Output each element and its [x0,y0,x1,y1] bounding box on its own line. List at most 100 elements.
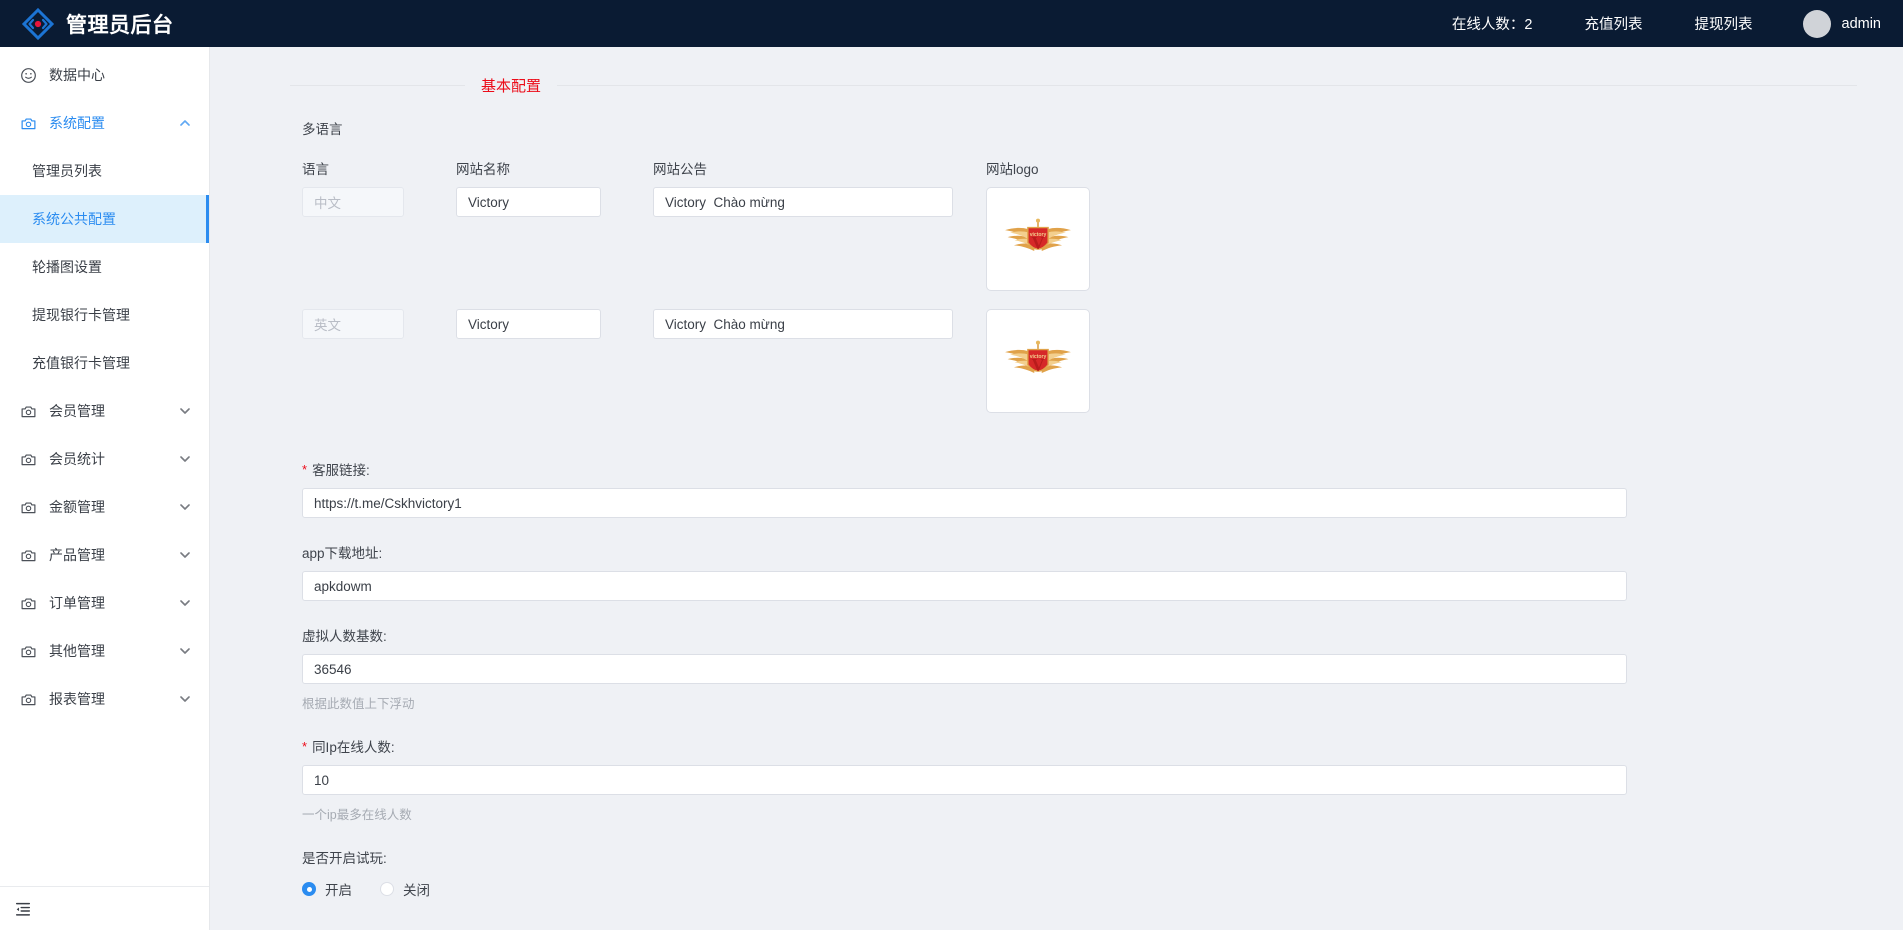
trial-radio-on[interactable]: 开启 [302,879,352,899]
field-label: 虚拟人数基数: [302,625,1857,645]
trial-radio-group: 开启 关闭 [302,879,1857,899]
field-label-text: 虚拟人数基数: [302,625,387,645]
site-logo-upload-zh[interactable]: victory V [986,187,1090,291]
sidebar-item-label: 其他管理 [49,641,179,661]
sidebar-item-order-management[interactable]: 订单管理 [0,579,209,627]
sidebar-footer [0,886,209,930]
field-label-text: 是否开启试玩: [302,847,387,867]
field-label: * 客服链接: [302,459,1857,479]
camera-badge-icon [20,643,37,660]
camera-badge-icon [20,595,37,612]
username-label: admin [1842,16,1882,32]
top-header: 管理员后台 在线人数：2 充值列表 提现列表 admin [0,0,1903,47]
sidebar-item-recharge-bankcard[interactable]: 充值银行卡管理 [0,339,209,387]
field-app-download-url: app下载地址: [302,542,1857,601]
same-ip-online-count-input[interactable] [302,765,1627,795]
sidebar-item-label: 金额管理 [49,497,179,517]
winged-v-logo-icon: victory V [1000,338,1076,384]
field-virtual-user-base: 虚拟人数基数: 根据此数值上下浮动 [302,625,1857,712]
submenu-item-label: 提现银行卡管理 [32,305,130,325]
main-content: 基本配置 多语言 语言 网站名称 网站公告 网站logo [210,47,1903,930]
submenu-item-label: 充值银行卡管理 [32,353,130,373]
field-label-text: app下载地址: [302,542,382,562]
radio-label: 开启 [325,879,352,899]
multilang-grid: 语言 网站名称 网站公告 网站logo [302,158,1857,413]
site-name-input-zh[interactable] [456,187,601,217]
sidebar-item-amount-management[interactable]: 金额管理 [0,483,209,531]
site-notice-input-en[interactable] [653,309,953,339]
smiley-circle-icon [20,67,37,84]
sidebar-item-other-management[interactable]: 其他管理 [0,627,209,675]
chevron-down-icon [179,549,191,561]
sidebar-item-carousel-settings[interactable]: 轮播图设置 [0,243,209,291]
field-same-ip-online-count: * 同Ip在线人数: 一个ip最多在线人数 [302,736,1857,823]
sidebar-item-admin-list[interactable]: 管理员列表 [0,147,209,195]
virtual-user-base-input[interactable] [302,654,1627,684]
divider-line-left [290,85,465,86]
logo-thumb-en: victory V [996,319,1080,403]
field-label: 是否开启试玩: [302,847,1857,867]
site-name-input-en[interactable] [456,309,601,339]
chevron-down-icon [179,405,191,417]
field-trial-mode: 是否开启试玩: 开启 关闭 [302,847,1857,899]
chevron-down-icon [179,645,191,657]
camera-badge-icon [20,499,37,516]
header-actions: 在线人数：2 充值列表 提现列表 admin [1426,0,1903,47]
recharge-list-link[interactable]: 充值列表 [1559,0,1669,47]
diamond-logo-icon [22,8,54,40]
section-title: 基本配置 [465,75,557,96]
sidebar-item-label: 报表管理 [49,689,179,709]
multilang-row-en: victory V [302,309,1857,413]
sidebar-item-report-management[interactable]: 报表管理 [0,675,209,723]
chevron-down-icon [179,597,191,609]
chevron-down-icon [179,453,191,465]
site-notice-input-zh[interactable] [653,187,953,217]
customer-service-link-input[interactable] [302,488,1627,518]
sidebar-item-system-config[interactable]: 系统配置 [0,99,209,147]
submenu-item-label: 轮播图设置 [32,257,102,277]
svg-text:V: V [1032,233,1045,253]
avatar-icon [1803,10,1831,38]
section-divider: 基本配置 [290,75,1857,96]
column-header-site-logo: 网站logo [986,158,1096,178]
site-logo-upload-en[interactable]: victory V [986,309,1090,413]
field-label-text: 客服链接: [312,459,370,479]
app-download-url-input[interactable] [302,571,1627,601]
language-input-en[interactable] [302,309,404,339]
collapse-menu-icon[interactable] [14,900,32,918]
svg-text:V: V [1032,355,1045,375]
trial-radio-off[interactable]: 关闭 [380,879,430,899]
withdraw-list-link[interactable]: 提现列表 [1669,0,1779,47]
field-hint: 根据此数值上下浮动 [302,693,1857,712]
sidebar: 数据中心 系统配置 管理员列表 系统公共配置 轮播图设置 提现银行卡管理 充值银… [0,47,210,930]
column-header-site-name: 网站名称 [456,158,601,178]
sidebar-item-data-center[interactable]: 数据中心 [0,51,209,99]
radio-dot-icon [380,882,394,896]
sidebar-item-member-statistics[interactable]: 会员统计 [0,435,209,483]
camera-badge-icon [20,691,37,708]
sidebar-item-label: 订单管理 [49,593,179,613]
field-label-text: 同Ip在线人数: [312,736,395,756]
multilang-header-row: 语言 网站名称 网站公告 网站logo [302,158,1857,178]
chevron-down-icon [179,693,191,705]
camera-badge-icon [20,115,37,132]
logo-thumb-zh: victory V [996,197,1080,281]
sidebar-item-member-management[interactable]: 会员管理 [0,387,209,435]
user-menu[interactable]: admin [1779,0,1882,47]
submenu-item-label: 管理员列表 [32,161,102,181]
chevron-down-icon [179,501,191,513]
sidebar-item-withdraw-bankcard[interactable]: 提现银行卡管理 [0,291,209,339]
sidebar-item-system-public-config[interactable]: 系统公共配置 [0,195,209,243]
language-input-zh[interactable] [302,187,404,217]
field-label: * 同Ip在线人数: [302,736,1857,756]
field-label: app下载地址: [302,542,1857,562]
divider-line-right [557,85,1857,86]
camera-badge-icon [20,403,37,420]
brand[interactable]: 管理员后台 [0,8,210,40]
multilang-row-zh: victory V [302,187,1857,291]
sidebar-item-label: 产品管理 [49,545,179,565]
field-hint: 一个ip最多在线人数 [302,804,1857,823]
radio-label: 关闭 [403,879,430,899]
sidebar-item-product-management[interactable]: 产品管理 [0,531,209,579]
sidebar-item-label: 会员统计 [49,449,179,469]
